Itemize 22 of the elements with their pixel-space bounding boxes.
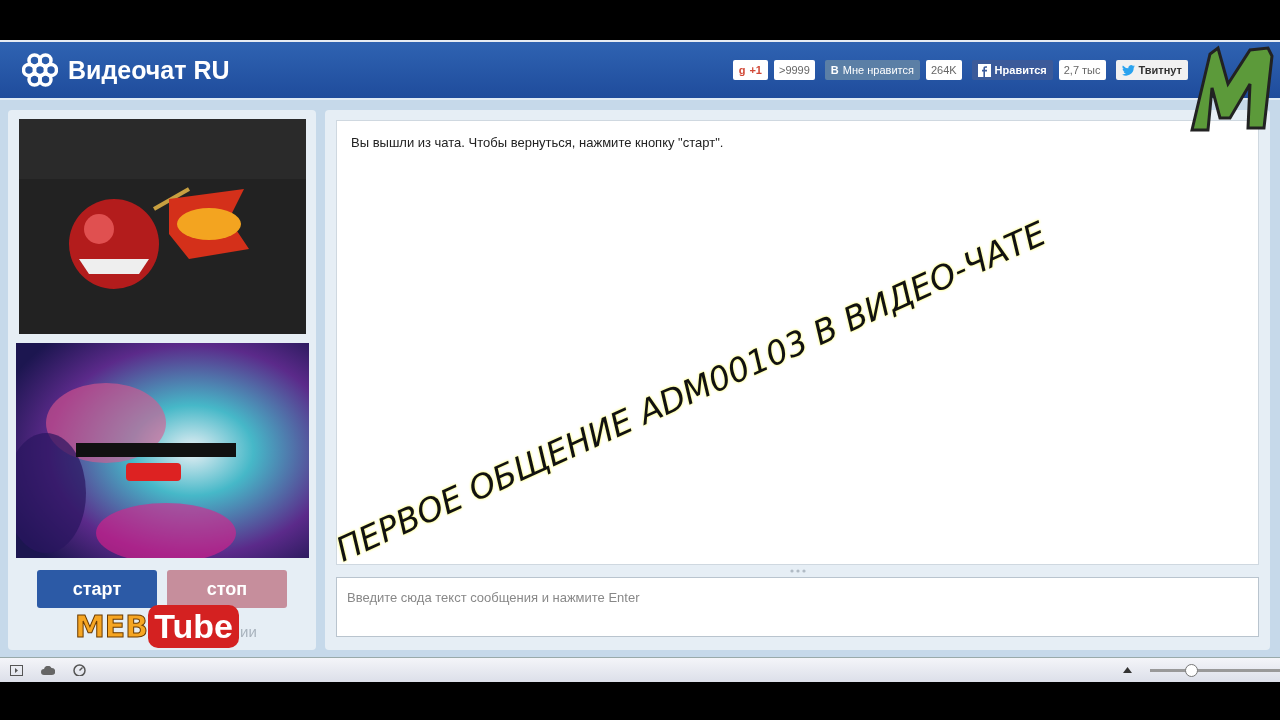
gauge-icon[interactable] bbox=[73, 664, 86, 676]
tweet-button[interactable]: Твитнут bbox=[1115, 60, 1188, 80]
message-input[interactable]: Введите сюда текст сообщения и нажмите Enter bbox=[336, 577, 1259, 637]
bird-icon bbox=[1121, 64, 1135, 76]
share-count: >9999 bbox=[773, 60, 815, 80]
start-button[interactable]: старт bbox=[37, 570, 157, 608]
site-title: Видеочат RU bbox=[68, 55, 230, 85]
share-count: 2,7 тыс bbox=[1058, 60, 1106, 80]
plus-one-button[interactable]: g +1 bbox=[732, 60, 768, 80]
logo-icon bbox=[22, 52, 58, 88]
slider-thumb[interactable] bbox=[1185, 663, 1199, 677]
system-message: Вы вышли из чата. Чтобы вернуться, нажмите кнопку "старт". bbox=[351, 135, 724, 150]
like-button[interactable]: В Мне нравится bbox=[824, 60, 920, 80]
up-arrow-icon[interactable] bbox=[1123, 667, 1132, 673]
cloud-icon[interactable] bbox=[41, 665, 55, 675]
screen-icon[interactable] bbox=[10, 664, 23, 676]
channel-logo: MEB Tube bbox=[75, 605, 239, 648]
like-button[interactable]: Нравится bbox=[971, 60, 1053, 80]
corner-logo-icon bbox=[1188, 44, 1274, 132]
resize-handle-icon[interactable] bbox=[789, 569, 806, 573]
share-count: 264K bbox=[925, 60, 962, 80]
facebook-icon bbox=[977, 63, 991, 77]
